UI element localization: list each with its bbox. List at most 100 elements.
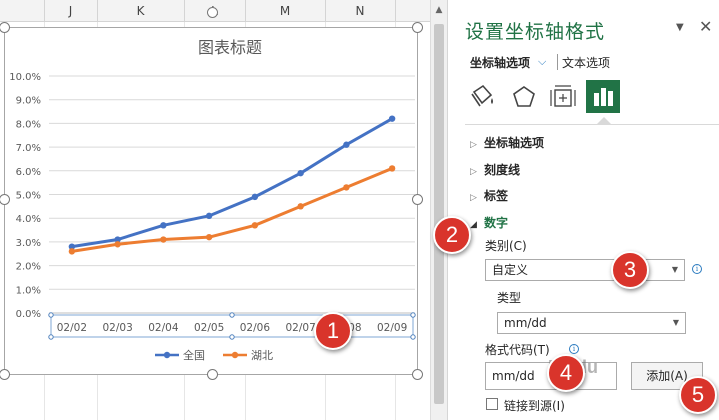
x-tick-label: 02/02: [57, 322, 87, 334]
legend-label: 全国: [183, 348, 205, 362]
tab-divider: [557, 54, 558, 70]
close-icon[interactable]: ✕: [699, 17, 712, 36]
collapse-triangle-icon: ◢: [470, 220, 477, 230]
data-point: [388, 165, 396, 172]
data-point: [114, 241, 121, 248]
legend-marker: [163, 351, 171, 359]
chart-resize-handle[interactable]: [412, 22, 423, 33]
section-label: 刻度线: [484, 163, 521, 177]
x-tick-label: 02/07: [285, 322, 315, 334]
axis-selection-handle: [410, 312, 416, 318]
chart-resize-handle[interactable]: [412, 194, 423, 205]
series-line-1: [71, 117, 393, 249]
data-point: [160, 222, 167, 229]
tab-axis-options[interactable]: 坐标轴选项: [470, 54, 530, 71]
format-code-label: 格式代码(T): [485, 343, 550, 357]
expand-triangle-icon: ▷: [470, 140, 477, 150]
chevron-down-icon[interactable]: ⌵: [538, 55, 546, 69]
data-point: [388, 115, 396, 122]
category-select[interactable]: 自定义 ▼: [485, 259, 685, 281]
pane-options-dropdown-icon[interactable]: ▼: [676, 22, 684, 33]
chart-object[interactable]: 图表标题 0.0% 1.0% 2.0% 3.0% 4.0% 5.0% 6.0% 7.0% 8.0%…: [4, 27, 418, 375]
callout-2: 2: [433, 216, 471, 254]
data-point: [205, 212, 213, 220]
axis-options-bar-chart-icon: [594, 88, 613, 106]
expand-triangle-icon: ▷: [470, 193, 477, 203]
y-tick-label: 7.0%: [16, 143, 41, 154]
chart-resize-handle[interactable]: [207, 7, 218, 18]
axis-selection-handle: [48, 334, 54, 340]
y-tick-label: 4.0%: [16, 214, 41, 225]
link-to-source-checkbox[interactable]: [486, 398, 498, 410]
dropdown-arrow-icon: ▼: [671, 265, 678, 274]
data-point: [251, 222, 259, 229]
x-tick-label: 02/04: [148, 322, 179, 334]
category-label: 类别(C): [485, 239, 527, 253]
section-number[interactable]: ◢ 数字: [470, 214, 508, 231]
column-separator: [395, 0, 396, 22]
y-tick-label: 8.0%: [16, 119, 41, 130]
axis-selection-handle: [229, 334, 235, 340]
column-header-j[interactable]: J: [44, 0, 97, 22]
pane-title: 设置坐标轴格式: [465, 21, 606, 43]
info-icon[interactable]: i: [692, 264, 702, 274]
axis-options-tab-selected[interactable]: [586, 80, 620, 113]
section-axis-options[interactable]: ▷ 坐标轴选项: [470, 134, 544, 151]
vertical-scrollbar[interactable]: ▲: [430, 0, 447, 420]
callout-5: 5: [679, 376, 717, 414]
type-select[interactable]: mm/dd ▼: [497, 312, 686, 334]
line-chart[interactable]: 图表标题 0.0% 1.0% 2.0% 3.0% 4.0% 5.0% 6.0% 7.0% 8.0%…: [5, 28, 419, 376]
legend-label: 湖北: [251, 349, 273, 362]
size-properties-icon[interactable]: [547, 82, 579, 112]
y-tick-label: 1.0%: [16, 285, 41, 296]
fill-line-icon[interactable]: [466, 82, 498, 112]
link-to-source-label: 链接到源(I): [504, 399, 565, 413]
callout-1: 1: [314, 312, 352, 350]
section-labels[interactable]: ▷ 标签: [470, 187, 508, 204]
type-label: 类型: [497, 291, 522, 305]
y-tick-label: 0.0%: [16, 309, 41, 320]
effects-pentagon-icon[interactable]: [508, 82, 540, 112]
y-tick-label: 10.0%: [9, 72, 41, 83]
axis-selection-handle: [48, 312, 54, 318]
data-point: [297, 203, 304, 210]
selected-tab-indicator: [597, 117, 611, 124]
x-tick-label: 02/06: [240, 322, 271, 334]
y-tick-label: 9.0%: [16, 96, 41, 107]
section-label: 坐标轴选项: [484, 136, 545, 150]
data-point: [251, 193, 259, 201]
data-point: [68, 248, 76, 255]
scroll-up-arrow-icon[interactable]: ▲: [431, 2, 447, 18]
type-select-value: mm/dd: [504, 316, 547, 330]
expand-triangle-icon: ▷: [470, 167, 477, 177]
section-label: 数字: [484, 216, 509, 230]
section-tick-marks[interactable]: ▷ 刻度线: [470, 161, 520, 178]
column-header-m[interactable]: M: [245, 0, 325, 22]
data-point: [343, 184, 350, 191]
chart-resize-handle[interactable]: [0, 369, 10, 380]
y-tick-label: 6.0%: [16, 167, 41, 178]
chart-resize-handle[interactable]: [412, 369, 423, 380]
x-tick-label: 02/05: [194, 322, 224, 334]
column-header-k[interactable]: K: [97, 0, 184, 22]
info-icon[interactable]: i: [569, 344, 579, 354]
scroll-thumb[interactable]: [434, 24, 444, 404]
data-point: [343, 141, 350, 148]
axis-selection-handle: [229, 312, 235, 318]
chart-title: 图表标题: [198, 38, 262, 57]
axis-selection-handle: [410, 334, 416, 340]
callout-4: 4: [547, 354, 585, 392]
section-label: 标签: [484, 189, 509, 203]
data-point: [297, 169, 304, 177]
x-tick-label: 02/09: [377, 322, 407, 334]
spreadsheet-area: J K L M N 图表标题0.0%1.0%2.0%3.0%4.0%5.0%6.…: [0, 0, 430, 420]
x-tick-label: 02/03: [102, 322, 132, 334]
pane-divider: [465, 124, 719, 125]
tab-text-options[interactable]: 文本选项: [562, 54, 610, 71]
y-tick-label: 3.0%: [16, 238, 41, 249]
data-point: [205, 233, 213, 241]
category-select-value: 自定义: [492, 263, 529, 277]
chart-resize-handle[interactable]: [207, 369, 218, 380]
column-header-n[interactable]: N: [325, 0, 395, 22]
y-tick-label: 2.0%: [16, 262, 41, 273]
